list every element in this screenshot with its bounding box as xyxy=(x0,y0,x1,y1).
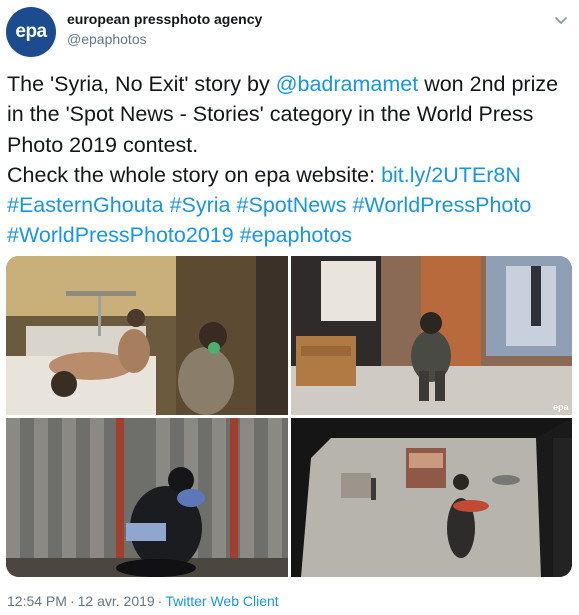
client-link[interactable]: Twitter Web Client xyxy=(165,593,278,609)
meta-separator: · xyxy=(69,593,75,609)
author-block: european pressphoto agency @epaphotos xyxy=(67,10,262,48)
hashtag-link[interactable]: #epaphotos xyxy=(240,223,352,247)
photo-grid: epa xyxy=(6,256,572,577)
epa-watermark: epa xyxy=(553,402,570,412)
photo-4[interactable] xyxy=(291,418,572,577)
story-url-link[interactable]: bit.ly/2UTEr8N xyxy=(381,163,521,187)
hashtag-link[interactable]: #EasternGhouta xyxy=(7,193,164,217)
tweet-time[interactable]: 12:54 PM xyxy=(7,593,67,609)
tweet-text: The 'Syria, No Exit' story by @badramame… xyxy=(7,69,573,251)
meta-separator: · xyxy=(157,593,163,609)
hashtag-link[interactable]: #SpotNews xyxy=(237,193,347,217)
avatar[interactable]: epa xyxy=(6,7,56,57)
mention-link[interactable]: @badramamet xyxy=(276,72,419,96)
tweet: epa european pressphoto agency @epaphoto… xyxy=(0,0,579,615)
photo-3[interactable] xyxy=(6,418,288,577)
tweet-text-part: The 'Syria, No Exit' story by xyxy=(7,72,276,96)
hashtag-link[interactable]: #WorldPressPhoto xyxy=(352,193,531,217)
tweet-date[interactable]: 12 avr. 2019 xyxy=(78,593,155,609)
photo-1[interactable] xyxy=(6,256,288,415)
author-handle[interactable]: @epaphotos xyxy=(67,30,262,48)
avatar-logo-text: epa xyxy=(15,21,47,42)
tweet-meta: 12:54 PM · 12 avr. 2019 · Twitter Web Client xyxy=(7,592,279,610)
author-name[interactable]: european pressphoto agency xyxy=(67,10,262,28)
chevron-down-icon[interactable] xyxy=(553,12,569,28)
hashtag-link[interactable]: #WorldPressPhoto2019 xyxy=(7,223,234,247)
hashtag-link[interactable]: #Syria xyxy=(170,193,231,217)
tweet-text-part: Check the whole story on epa website: xyxy=(7,162,382,187)
photo-2[interactable]: epa xyxy=(291,256,572,415)
